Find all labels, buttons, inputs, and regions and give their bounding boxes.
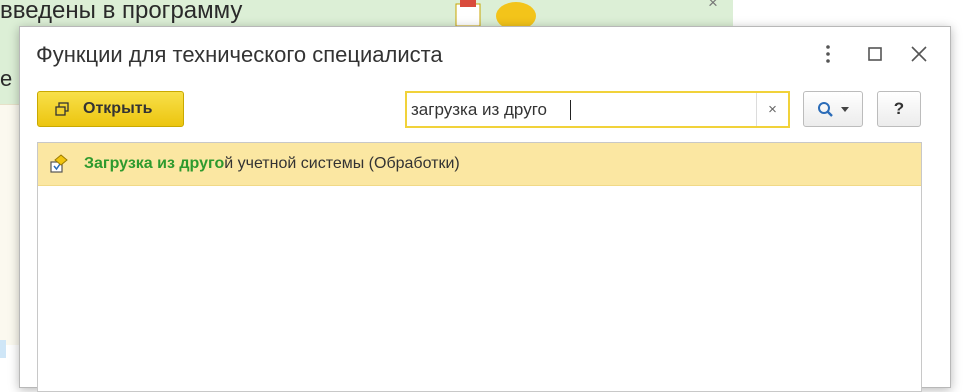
technical-functions-dialog: Функции для технического специалиста Отк… (19, 26, 951, 392)
list-item-label: Загрузка из другой учетной системы (Обра… (84, 155, 460, 173)
text-caret (570, 100, 571, 120)
banner-close-icon[interactable]: × (708, 0, 718, 13)
background-left-text: е (0, 66, 13, 91)
magnifier-icon (818, 101, 833, 117)
help-button[interactable]: ? (877, 91, 921, 127)
background-left-panel (0, 104, 20, 345)
results-list: Загрузка из другой учетной системы (Обра… (37, 142, 922, 392)
open-button-label: Открыть (83, 100, 153, 117)
search-input-value: загрузка из друго (411, 100, 547, 119)
clear-search-button[interactable]: × (756, 93, 788, 126)
open-icon (55, 102, 69, 116)
dialog-title: Функции для технического специалиста (36, 42, 443, 67)
kebab-icon[interactable] (815, 41, 841, 67)
open-button[interactable]: Открыть (37, 91, 184, 127)
chevron-down-icon (841, 106, 849, 112)
match-highlight: Загрузка из друго (84, 155, 225, 172)
background-banner-text: введены в программу (0, 0, 243, 24)
search-input[interactable]: загрузка из друго × (405, 91, 790, 128)
search-button[interactable] (803, 91, 863, 127)
list-item[interactable]: Загрузка из другой учетной системы (Обра… (38, 143, 921, 186)
match-remainder: й учетной системы (Обработки) (224, 155, 460, 172)
mascot-icon (455, 0, 536, 28)
background-left-marker (0, 340, 6, 358)
close-icon[interactable] (906, 41, 932, 67)
maximize-icon[interactable] (862, 41, 888, 67)
data-processor-icon (50, 154, 68, 173)
